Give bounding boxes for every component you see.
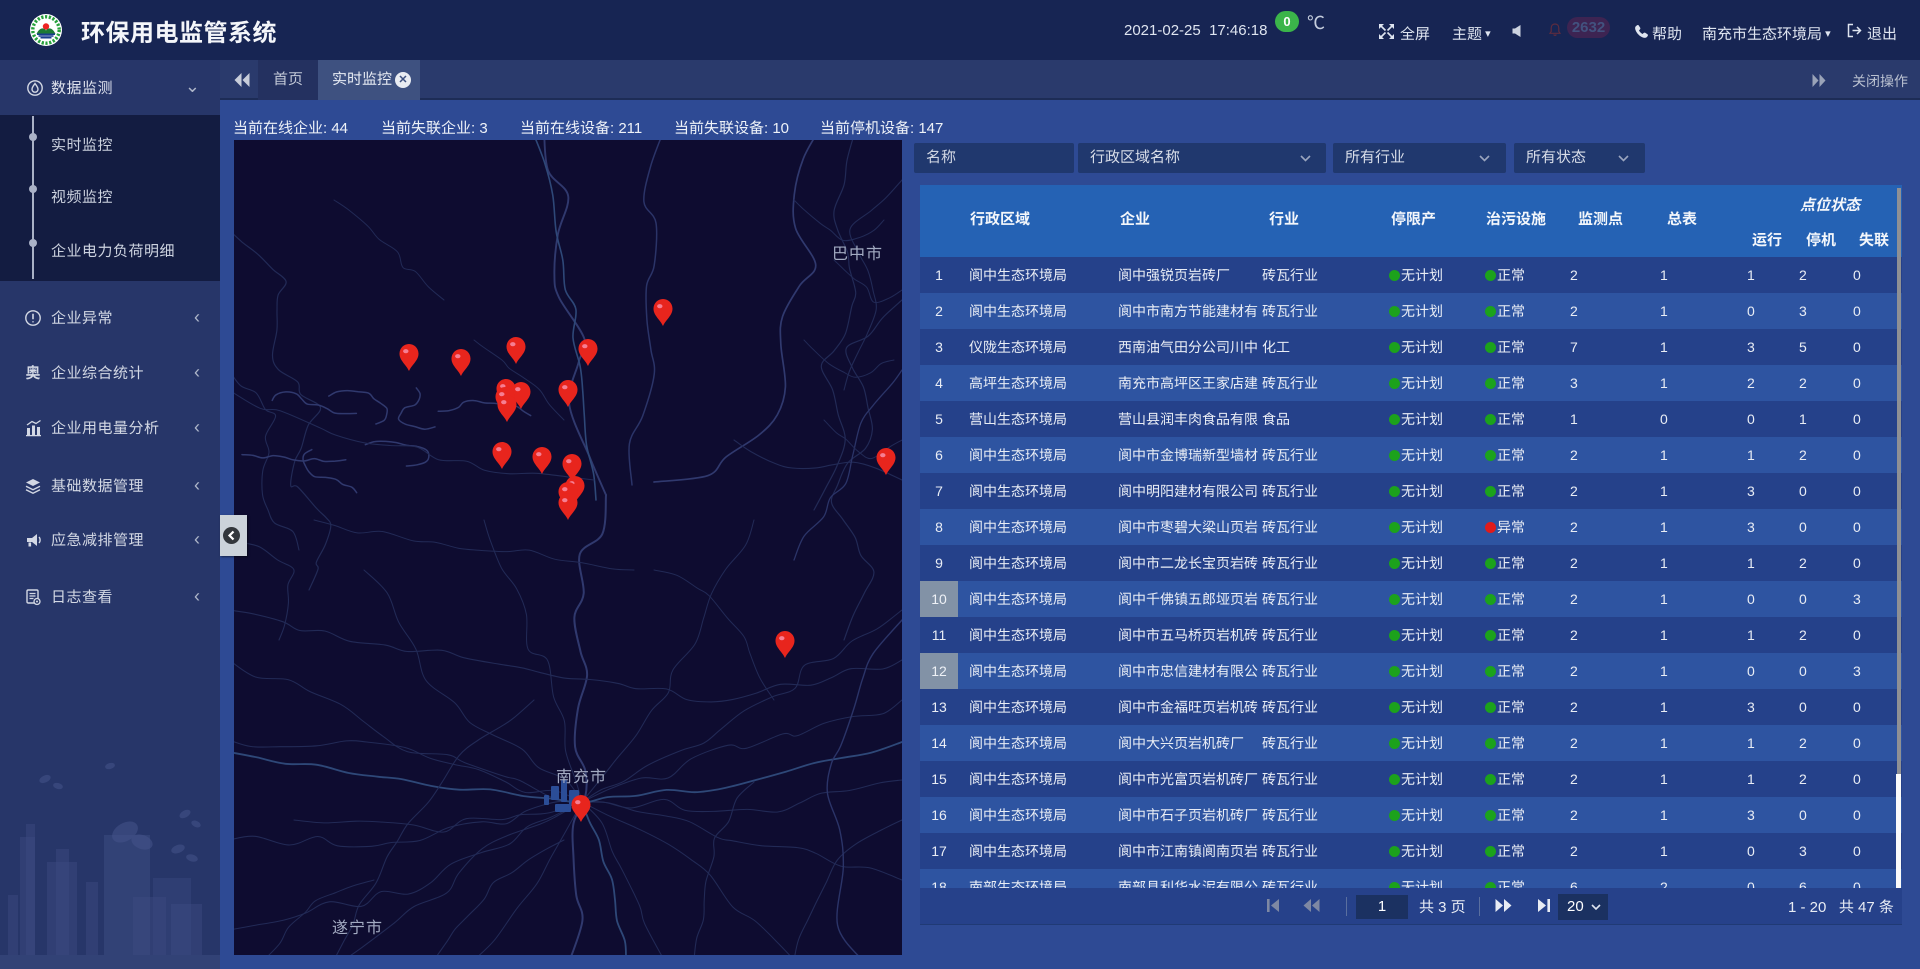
svg-text:奥: 奥 — [25, 364, 40, 382]
